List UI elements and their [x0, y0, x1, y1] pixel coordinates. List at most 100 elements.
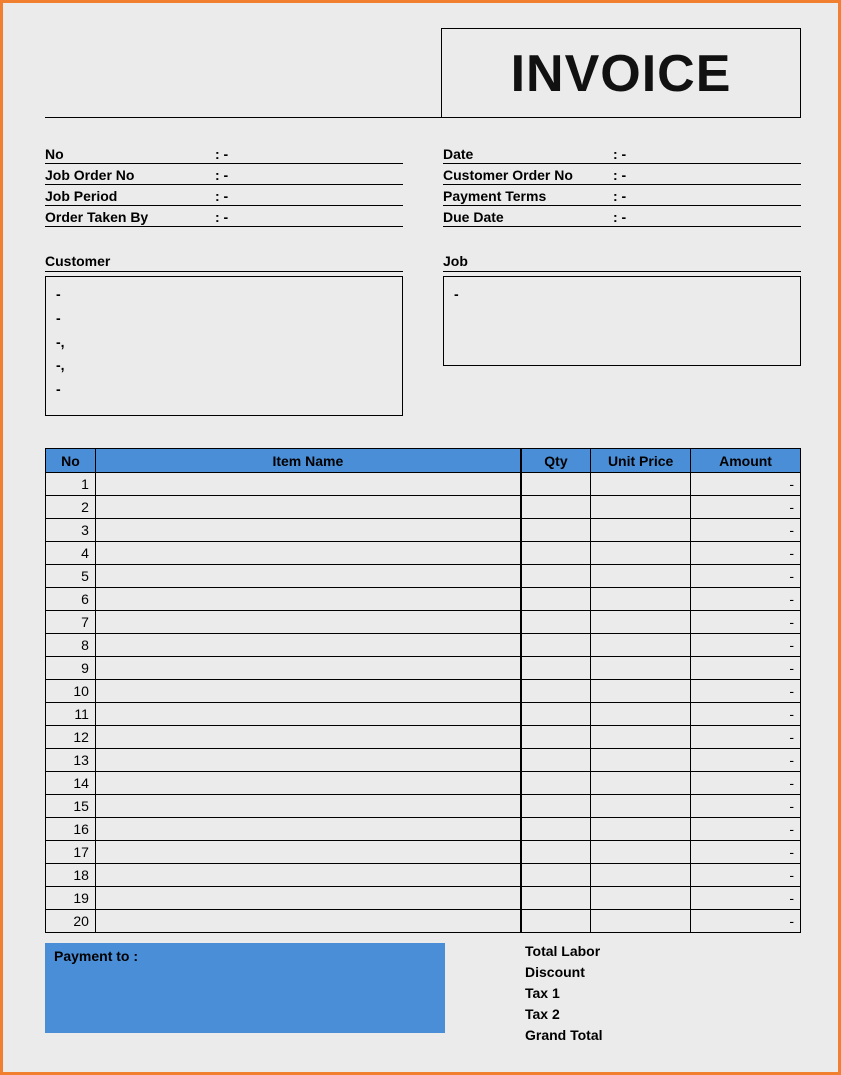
cell-amount: - — [691, 703, 801, 726]
cell-qty — [521, 680, 591, 703]
cell-qty — [521, 565, 591, 588]
info-customer-order-no-label: Customer Order No — [443, 167, 613, 183]
table-row: 5- — [46, 565, 801, 588]
cell-qty — [521, 496, 591, 519]
cell-no: 18 — [46, 864, 96, 887]
cell-qty — [521, 634, 591, 657]
customer-line: - — [56, 378, 392, 402]
cell-item — [95, 749, 520, 772]
info-left-col: No : - Job Order No : - Job Period : - O… — [45, 143, 403, 227]
cell-no: 5 — [46, 565, 96, 588]
footer-section: Payment to : Total Labor Discount Tax 1 … — [45, 943, 801, 1048]
cell-price — [591, 473, 691, 496]
cell-item — [95, 680, 520, 703]
info-job-period: Job Period : - — [45, 185, 403, 206]
cell-amount: - — [691, 611, 801, 634]
table-row: 4- — [46, 542, 801, 565]
info-customer-order-no-value: : - — [613, 167, 801, 183]
cell-no: 15 — [46, 795, 96, 818]
cell-qty — [521, 542, 591, 565]
cell-item — [95, 818, 520, 841]
cell-no: 17 — [46, 841, 96, 864]
cell-qty — [521, 749, 591, 772]
cell-amount: - — [691, 726, 801, 749]
info-no-value: : - — [215, 146, 403, 162]
info-order-taken-by-value: : - — [215, 209, 403, 225]
table-row: 1- — [46, 473, 801, 496]
table-row: 10- — [46, 680, 801, 703]
table-row: 12 - — [46, 726, 801, 749]
cell-item — [95, 772, 520, 795]
cell-item — [95, 588, 520, 611]
totals-block: Total Labor Discount Tax 1 Tax 2 Grand T… — [525, 943, 801, 1048]
info-section: No : - Job Order No : - Job Period : - O… — [45, 143, 801, 227]
total-discount: Discount — [525, 964, 801, 985]
cell-price — [591, 703, 691, 726]
info-date-value: : - — [613, 146, 801, 162]
header-item: Item Name — [95, 449, 520, 473]
job-col: Job - — [443, 253, 801, 416]
cell-amount: - — [691, 634, 801, 657]
cell-qty — [521, 726, 591, 749]
cell-no: 7 — [46, 611, 96, 634]
cell-price — [591, 634, 691, 657]
cell-amount: - — [691, 565, 801, 588]
info-right-col: Date : - Customer Order No : - Payment T… — [443, 143, 801, 227]
cell-item — [95, 634, 520, 657]
cell-price — [591, 542, 691, 565]
cell-price — [591, 887, 691, 910]
cell-no: 3 — [46, 519, 96, 542]
cell-item — [95, 611, 520, 634]
cell-price — [591, 588, 691, 611]
info-due-date-value: : - — [613, 209, 801, 225]
cell-qty — [521, 795, 591, 818]
cell-no: 16 — [46, 818, 96, 841]
invoice-title: INVOICE — [511, 44, 732, 104]
cell-price — [591, 818, 691, 841]
cell-amount: - — [691, 772, 801, 795]
table-row: 20- — [46, 910, 801, 933]
cell-qty — [521, 703, 591, 726]
cell-no: 10 — [46, 680, 96, 703]
cell-price — [591, 611, 691, 634]
table-row: 17- — [46, 841, 801, 864]
customer-line: -, — [56, 331, 392, 355]
table-row: 18- — [46, 864, 801, 887]
info-order-taken-by-label: Order Taken By — [45, 209, 215, 225]
cell-price — [591, 910, 691, 933]
cell-no: 12 — [46, 726, 96, 749]
info-payment-terms: Payment Terms : - — [443, 185, 801, 206]
cell-item — [95, 542, 520, 565]
items-header-row: No Item Name Qty Unit Price Amount — [46, 449, 801, 473]
header-qty: Qty — [521, 449, 591, 473]
items-table: No Item Name Qty Unit Price Amount 1-2 - 3… — [45, 448, 801, 933]
cell-qty — [521, 473, 591, 496]
info-date-label: Date — [443, 146, 613, 162]
cell-item — [95, 496, 520, 519]
cell-price — [591, 841, 691, 864]
info-job-order-no-value: : - — [215, 167, 403, 183]
customer-col: Customer - - -, -, - — [45, 253, 403, 416]
info-payment-terms-label: Payment Terms — [443, 188, 613, 204]
cell-price — [591, 864, 691, 887]
grand-total: Grand Total — [525, 1027, 801, 1048]
cell-price — [591, 519, 691, 542]
invoice-page: INVOICE No : - Job Order No : - Job Peri… — [0, 0, 841, 1075]
cell-no: 8 — [46, 634, 96, 657]
cell-no: 13 — [46, 749, 96, 772]
header-no: No — [46, 449, 96, 473]
table-row: 16- — [46, 818, 801, 841]
table-row: 8- — [46, 634, 801, 657]
invoice-title-box: INVOICE — [441, 28, 801, 118]
cell-no: 11 — [46, 703, 96, 726]
cell-qty — [521, 519, 591, 542]
cell-qty — [521, 887, 591, 910]
cell-no: 19 — [46, 887, 96, 910]
cell-item — [95, 795, 520, 818]
cell-price — [591, 772, 691, 795]
info-no: No : - — [45, 143, 403, 164]
cell-no: 4 — [46, 542, 96, 565]
customer-line: - — [56, 283, 392, 307]
cell-item — [95, 657, 520, 680]
cell-no: 2 — [46, 496, 96, 519]
